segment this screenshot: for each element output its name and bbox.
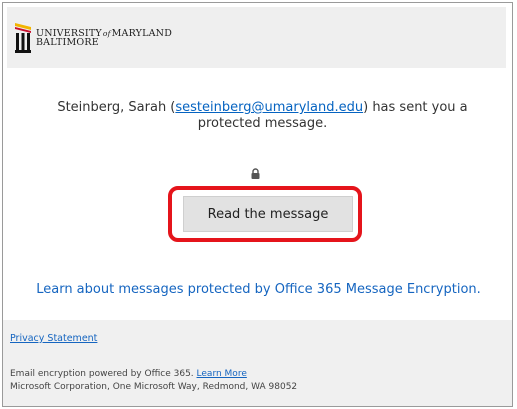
- microsoft-address: Microsoft Corporation, One Microsoft Way…: [10, 382, 298, 392]
- logo-text-of: of: [102, 28, 111, 38]
- sender-name: Steinberg, Sarah (: [57, 100, 176, 115]
- powered-by-text: Email encryption powered by Office 365. …: [10, 369, 247, 379]
- university-logo-icon: [15, 23, 31, 53]
- logo-text-maryland: MARYLAND: [111, 27, 173, 39]
- email-footer: Privacy Statement Email encryption power…: [3, 320, 512, 406]
- sender-message: Steinberg, Sarah (sesteinberg@umaryland.…: [30, 100, 495, 132]
- read-message-button[interactable]: Read the message: [183, 196, 353, 232]
- privacy-statement-link[interactable]: Privacy Statement: [10, 333, 97, 344]
- learn-more-link[interactable]: Learn More: [197, 369, 247, 379]
- lock-icon: [251, 168, 260, 179]
- logo-text-baltimore: BALTIMORE: [36, 37, 99, 48]
- learn-about-encryption-link[interactable]: Learn about messages protected by Office…: [20, 282, 497, 297]
- email-header: UNIVERSITYofMARYLAND BALTIMORE: [7, 7, 506, 68]
- sender-email-link[interactable]: sesteinberg@umaryland.edu: [175, 100, 363, 115]
- university-logo: UNIVERSITYofMARYLAND BALTIMORE: [14, 21, 172, 55]
- powered-by-label: Email encryption powered by Office 365.: [10, 369, 197, 379]
